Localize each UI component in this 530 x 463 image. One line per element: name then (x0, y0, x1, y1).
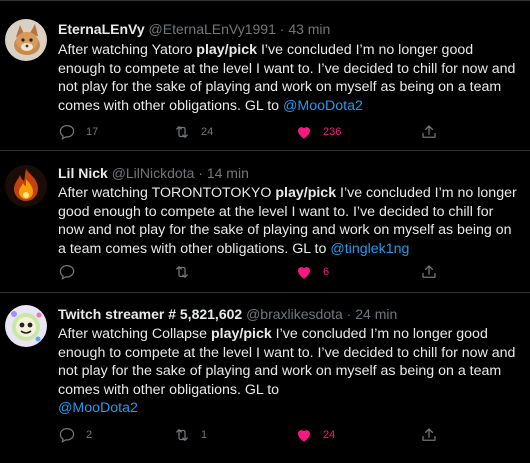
tweet-header: EternaLEnVy @EternaLEnVy1991 · 43 min (58, 20, 522, 38)
user-handle[interactable]: @LilNickdota (112, 165, 195, 181)
retweet-count: 24 (201, 126, 214, 138)
tweet-text-part: After watching Collapse (58, 326, 211, 342)
separator-dot: · (198, 165, 203, 181)
reply-button[interactable]: 2 (58, 425, 92, 445)
tweet-actions: 6 (58, 262, 438, 282)
tweet-text: After watching TORONTOTOKYO play/pick I’… (58, 184, 520, 258)
share-icon (422, 265, 436, 278)
display-name[interactable]: EternaLEnVy (58, 21, 145, 37)
heart-icon (298, 127, 310, 139)
tweet-actions: 2 1 24 (58, 425, 438, 445)
like-count: 6 (323, 266, 330, 278)
tweet-text: After watching Collapse play/pick I’ve c… (58, 325, 520, 418)
fox-avatar-icon (5, 19, 47, 61)
tweet-text-bold: play/pick (196, 42, 258, 58)
retweet-button[interactable]: 24 (173, 122, 213, 142)
reply-icon (59, 124, 75, 141)
share-button[interactable] (420, 262, 438, 282)
share-icon (422, 125, 436, 138)
avatar[interactable] (5, 305, 47, 347)
avatar[interactable] (5, 19, 47, 61)
tweet-text-bold: play/pick (211, 326, 272, 342)
retweet-icon (176, 266, 188, 278)
mention-link[interactable]: @MooDota2 (58, 400, 138, 416)
cartoon-avatar-icon (5, 305, 47, 347)
timestamp[interactable]: 14 min (207, 165, 249, 181)
tweet-text-part: After watching TORONTOTOKYO (58, 185, 276, 201)
tweet-header: Twitch streamer # 5,821,602 @braxlikesdo… (58, 305, 522, 323)
avatar[interactable] (5, 165, 47, 207)
heart-icon (298, 430, 310, 442)
heart-icon (298, 267, 310, 279)
user-handle[interactable]: @EternaLEnVy1991 (149, 21, 276, 37)
retweet-icon (176, 126, 188, 138)
tweet[interactable]: Twitch streamer # 5,821,602 @braxlikesdo… (0, 293, 530, 463)
mention-link[interactable]: @tinglek1ng (330, 241, 409, 257)
tweet-text-part: After watching Yatoro (58, 42, 197, 58)
share-button[interactable] (420, 122, 438, 142)
retweet-count: 1 (201, 429, 208, 441)
tweet-feed: EternaLEnVy @EternaLEnVy1991 · 43 min Af… (0, 0, 530, 463)
like-button[interactable]: 24 (295, 425, 335, 445)
share-button[interactable] (420, 425, 438, 445)
tweet-actions: 17 24 236 (58, 122, 438, 142)
retweet-button[interactable]: 1 (173, 425, 207, 445)
retweet-icon (176, 429, 188, 441)
like-count: 236 (323, 126, 342, 138)
reply-count: 2 (86, 429, 93, 441)
separator-dot: · (346, 306, 352, 322)
reply-icon (59, 264, 75, 281)
like-button[interactable]: 236 (295, 122, 341, 142)
reply-count: 17 (86, 126, 99, 138)
user-handle[interactable]: @braxlikesdota (246, 306, 343, 322)
share-icon (422, 428, 436, 441)
reply-button[interactable] (58, 262, 86, 282)
retweet-button[interactable] (173, 262, 201, 282)
tweet[interactable]: Lil Nick @LilNickdota · 14 min After wat… (0, 151, 530, 293)
fire-avatar-icon (5, 165, 47, 207)
separator-dot: · (279, 21, 285, 37)
like-button[interactable]: 6 (295, 262, 329, 282)
tweet-text-bold: play/pick (275, 185, 337, 201)
reply-icon (59, 427, 75, 444)
display-name[interactable]: Lil Nick (58, 165, 108, 181)
timestamp[interactable]: 24 min (355, 306, 397, 322)
mention-link[interactable]: @MooDota2 (283, 98, 363, 114)
tweet[interactable]: EternaLEnVy @EternaLEnVy1991 · 43 min Af… (0, 0, 530, 151)
reply-button[interactable]: 17 (58, 122, 98, 142)
display-name[interactable]: Twitch streamer # 5,821,602 (58, 306, 242, 322)
tweet-text: After watching Yatoro play/pick I’ve con… (58, 41, 520, 115)
tweet-header: Lil Nick @LilNickdota · 14 min (58, 164, 522, 182)
like-count: 24 (323, 429, 336, 441)
timestamp[interactable]: 43 min (288, 21, 330, 37)
